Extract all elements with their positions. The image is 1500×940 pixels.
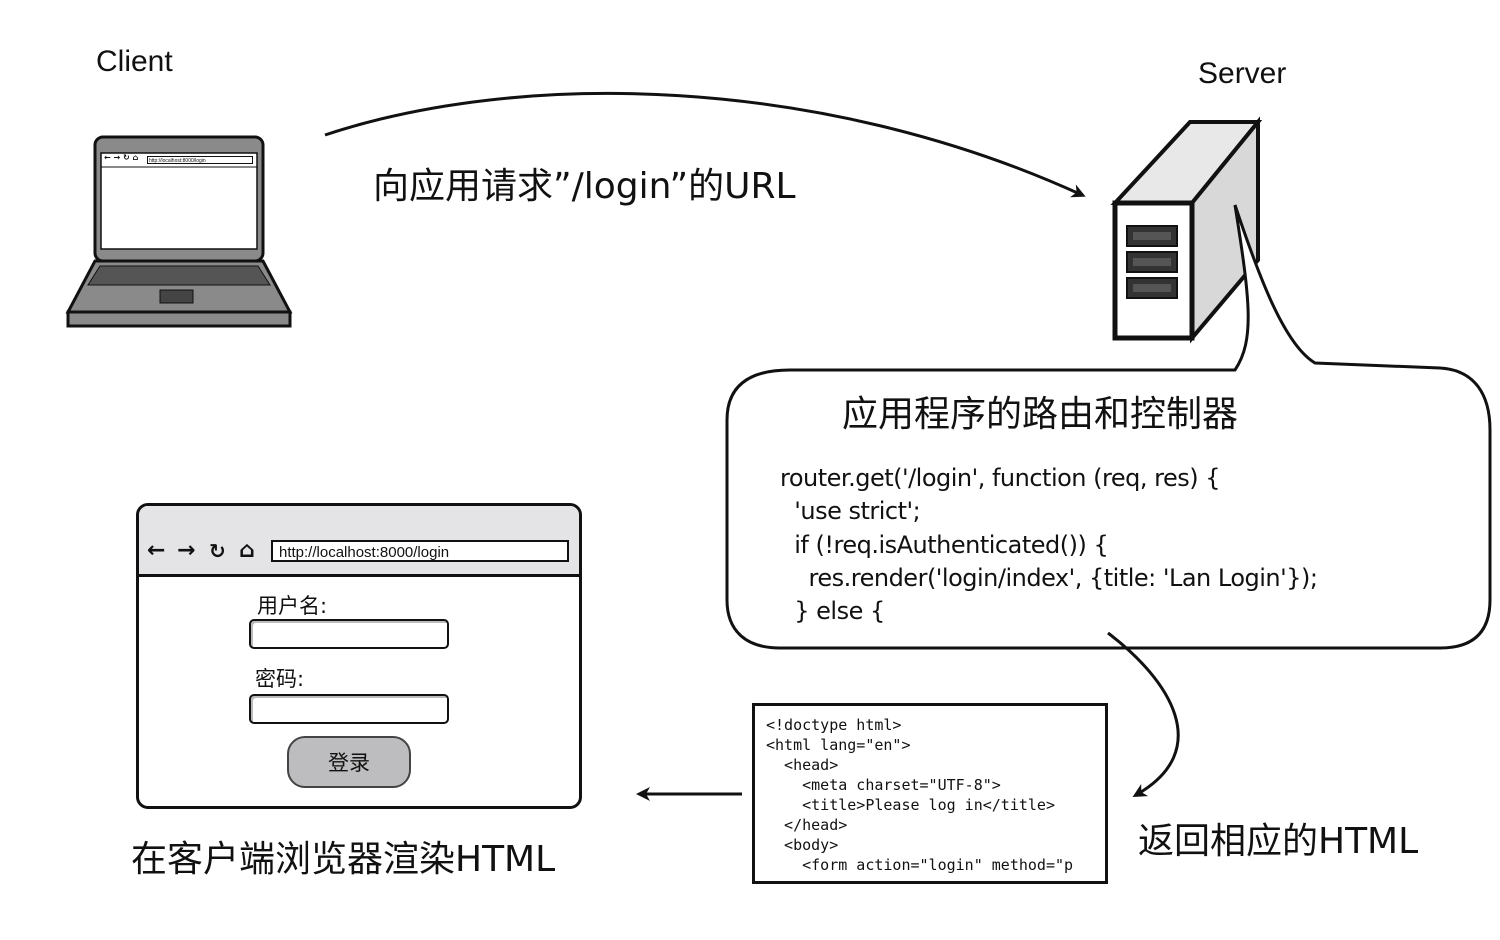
html-line: <body> (766, 836, 839, 854)
return-arrow (1107, 631, 1180, 797)
return-html-label: 返回相应的HTML (1138, 821, 1419, 862)
password-label: 密码: (255, 667, 305, 691)
home-icon[interactable]: ⌂ (239, 538, 255, 564)
server-icon (1110, 116, 1263, 344)
html-line: <meta charset="UTF-8"> (766, 776, 1001, 794)
username-label: 用户名: (257, 594, 328, 618)
html-line: <title>Please log in</title> (766, 796, 1055, 814)
html-line: <html lang="en"> (766, 736, 911, 754)
html-line: </head> (766, 816, 848, 834)
html-line: <form action="login" method="p (766, 856, 1074, 874)
password-input[interactable] (249, 694, 449, 724)
username-input[interactable] (249, 619, 449, 649)
server-label: Server (1198, 57, 1287, 90)
laptop-nav-icons: ← → ↻ ⌂ (104, 153, 139, 162)
code-line: res.render('login/index', {title: 'Lan L… (780, 564, 1318, 592)
login-button[interactable]: 登录 (287, 736, 411, 788)
render-html-label: 在客户端浏览器渲染HTML (131, 839, 556, 880)
reload-icon[interactable]: ↻ (209, 538, 226, 564)
code-line: } else { (780, 597, 885, 625)
address-bar[interactable]: http://localhost:8000/login (271, 540, 569, 562)
code-line: 'use strict'; (780, 497, 921, 525)
code-line: router.get('/login', function (req, res)… (780, 464, 1220, 492)
controller-title: 应用程序的路由和控制器 (842, 394, 1239, 435)
client-label: Client (96, 45, 173, 78)
html-line: <!doctype html> (766, 716, 902, 734)
code-line: if (!req.isAuthenticated()) { (780, 531, 1109, 559)
request-label: 向应用请求”/login”的URL (373, 166, 796, 207)
html-line: <head> (766, 756, 839, 774)
laptop-url-box: http://localhost:8000/login (147, 156, 253, 164)
browser-toolbar: ← → ↻ ⌂ http://localhost:8000/login (139, 506, 579, 577)
laptop-browser-bar: ← → ↻ ⌂ http://localhost:8000/login (103, 153, 255, 166)
browser-window: ← → ↻ ⌂ http://localhost:8000/login 用户名:… (136, 503, 582, 809)
arrow-left-icon[interactable]: ← (147, 538, 165, 564)
arrow-right-icon[interactable]: → (177, 538, 195, 564)
